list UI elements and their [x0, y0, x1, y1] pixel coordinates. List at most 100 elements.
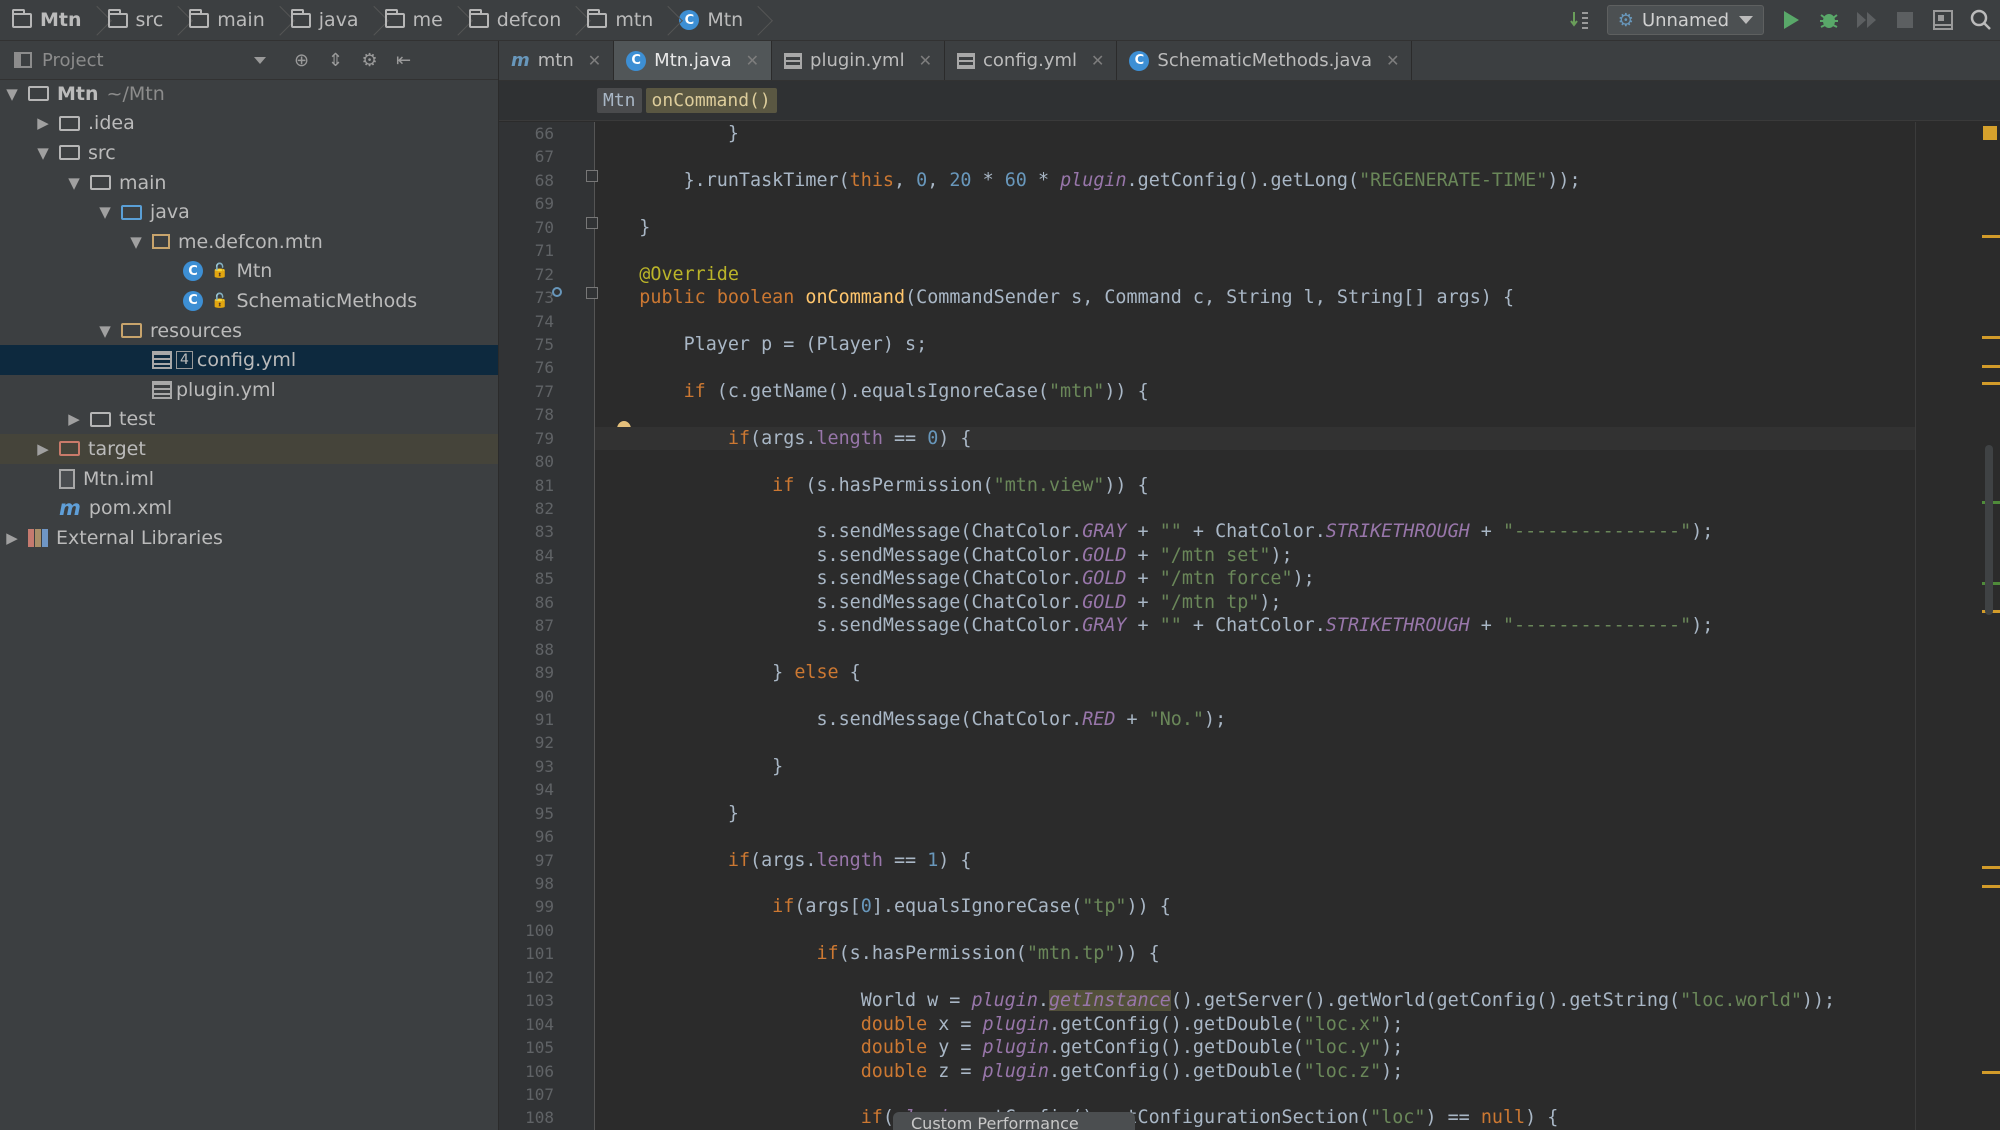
editor-tab[interactable]: plugin.yml ✕	[772, 41, 946, 80]
code-line[interactable]: if (c.getName().equalsIgnoreCase("mtn"))…	[595, 380, 1915, 403]
breadcrumb-item[interactable]: main	[189, 0, 290, 40]
collapse-arrow-icon[interactable]: ▶	[64, 410, 84, 428]
code-line[interactable]: s.sendMessage(ChatColor.GOLD + "/mtn tp"…	[595, 591, 1915, 614]
code-line[interactable]	[595, 825, 1915, 848]
tree-item[interactable]: 4 config.yml	[0, 345, 498, 375]
tree-item[interactable]: ▼ me.defcon.mtn	[0, 227, 498, 257]
collapse-arrow-icon[interactable]: ▶	[2, 529, 22, 547]
hide-panel-icon[interactable]: ⇤	[390, 46, 418, 74]
code-line[interactable]	[595, 966, 1915, 989]
code-line[interactable]	[595, 872, 1915, 895]
warning-marker[interactable]	[1982, 885, 2000, 888]
warning-marker[interactable]	[1982, 1071, 2000, 1074]
tree-item[interactable]: Mtn.iml	[0, 464, 498, 494]
tree-item[interactable]: ▼ resources	[0, 316, 498, 346]
tree-item[interactable]: C 🔓 SchematicMethods	[0, 286, 498, 316]
code-line[interactable]: s.sendMessage(ChatColor.RED + "No.");	[595, 708, 1915, 731]
breadcrumb-item[interactable]: defcon	[468, 0, 588, 40]
locate-icon[interactable]: ⊕	[288, 46, 316, 74]
code-line[interactable]	[595, 1083, 1915, 1106]
code-line[interactable]: } else {	[595, 661, 1915, 684]
warning-marker[interactable]	[1982, 866, 2000, 869]
close-icon[interactable]: ✕	[1091, 51, 1104, 70]
code-line[interactable]: }	[595, 122, 1915, 145]
tree-item[interactable]: plugin.yml	[0, 375, 498, 405]
project-view-label[interactable]: Project	[42, 50, 104, 71]
collapse-arrow-icon[interactable]: ▶	[33, 114, 53, 132]
warning-marker[interactable]	[1982, 235, 2000, 238]
code-line[interactable]: if(args.length == 1) {	[595, 849, 1915, 872]
breadcrumb-class[interactable]: Mtn	[597, 88, 642, 113]
breadcrumb-item[interactable]: src	[107, 0, 190, 40]
code-line[interactable]	[595, 356, 1915, 379]
code-line[interactable]: if(args[0].equalsIgnoreCase("tp")) {	[595, 895, 1915, 918]
code-line[interactable]: double x = plugin.getConfig().getDouble(…	[595, 1013, 1915, 1036]
code-line[interactable]: @Override	[595, 263, 1915, 286]
search-icon[interactable]	[1967, 6, 1995, 34]
breadcrumb-item[interactable]: Mtn	[12, 0, 108, 40]
code-line[interactable]	[595, 919, 1915, 942]
code-line[interactable]	[595, 192, 1915, 215]
code-line[interactable]	[595, 497, 1915, 520]
collapse-arrow-icon[interactable]: ▶	[33, 440, 53, 458]
code-line[interactable]	[595, 638, 1915, 661]
tree-item[interactable]: ▶ test	[0, 405, 498, 435]
error-stripe[interactable]	[1980, 122, 2000, 1130]
project-structure-icon[interactable]	[1929, 6, 1957, 34]
code-line[interactable]	[595, 145, 1915, 168]
expand-arrow-icon[interactable]: ▼	[33, 144, 53, 162]
warning-marker[interactable]	[1982, 382, 2000, 385]
expand-arrow-icon[interactable]: ▼	[95, 203, 115, 221]
coverage-button[interactable]	[1853, 6, 1881, 34]
editor-tab[interactable]: m mtn ✕	[499, 41, 615, 80]
code-line[interactable]: s.sendMessage(ChatColor.GRAY + "" + Chat…	[595, 614, 1915, 637]
warning-marker[interactable]	[1982, 365, 2000, 368]
breadcrumb-item[interactable]: C Mtn	[679, 0, 769, 40]
breadcrumb-method[interactable]: onCommand()	[645, 88, 777, 113]
editor-tab[interactable]: C Mtn.java ✕	[614, 41, 773, 80]
code-line[interactable]: }	[595, 755, 1915, 778]
breadcrumb-item[interactable]: java	[290, 0, 385, 40]
tree-item[interactable]: C 🔓 Mtn	[0, 257, 498, 287]
tree-item[interactable]: ▼ src	[0, 138, 498, 168]
run-configuration-select[interactable]: ⚙ Unnamed	[1606, 5, 1764, 35]
code-line[interactable]	[595, 450, 1915, 473]
tree-item[interactable]: ▼ java	[0, 197, 498, 227]
tree-item[interactable]: ▶ .idea	[0, 109, 498, 139]
tree-item[interactable]: ▼ main	[0, 168, 498, 198]
vcs-update-icon[interactable]	[1566, 6, 1594, 34]
tree-item[interactable]: m pom.xml	[0, 493, 498, 523]
expand-arrow-icon[interactable]: ▼	[2, 85, 22, 103]
code-line[interactable]: }	[595, 216, 1915, 239]
breadcrumb-item[interactable]: me	[384, 0, 469, 40]
code-line[interactable]: s.sendMessage(ChatColor.GOLD + "/mtn set…	[595, 544, 1915, 567]
gear-icon[interactable]: ⚙	[356, 46, 384, 74]
expand-arrow-icon[interactable]: ▼	[95, 322, 115, 340]
run-button[interactable]	[1777, 6, 1805, 34]
analysis-status-icon[interactable]	[1983, 126, 1997, 140]
code-line[interactable]: if (s.hasPermission("mtn.view")) {	[595, 474, 1915, 497]
tree-item[interactable]: ▶ target	[0, 434, 498, 464]
code-line[interactable]	[595, 403, 1915, 426]
tree-item[interactable]: ▶ External Libraries	[0, 523, 498, 553]
expand-arrow-icon[interactable]: ▼	[64, 174, 84, 192]
editor-tab[interactable]: config.yml ✕	[945, 41, 1118, 80]
code-line[interactable]: s.sendMessage(ChatColor.GRAY + "" + Chat…	[595, 520, 1915, 543]
code-line[interactable]: double z = plugin.getConfig().getDouble(…	[595, 1060, 1915, 1083]
code-line[interactable]: if(args.length == 0) {	[595, 426, 1915, 451]
close-icon[interactable]: ✕	[1386, 51, 1399, 70]
tree-item[interactable]: ▼ Mtn ~/Mtn	[0, 79, 498, 109]
code-line[interactable]: }.runTaskTimer(this, 0, 20 * 60 * plugin…	[595, 169, 1915, 192]
code-line[interactable]: if(s.hasPermission("mtn.tp")) {	[595, 942, 1915, 965]
code-line[interactable]: Player p = (Player) s;	[595, 333, 1915, 356]
editor-tab[interactable]: C SchematicMethods.java ✕	[1117, 41, 1413, 80]
code-line[interactable]: double y = plugin.getConfig().getDouble(…	[595, 1036, 1915, 1059]
code-line[interactable]: if(plugin.getConfig().getConfigurationSe…	[595, 1106, 1915, 1129]
code-line[interactable]	[595, 778, 1915, 801]
expand-arrow-icon[interactable]: ▼	[126, 233, 146, 251]
code-line[interactable]	[595, 731, 1915, 754]
close-icon[interactable]: ✕	[919, 51, 932, 70]
debug-button[interactable]	[1815, 6, 1843, 34]
warning-marker[interactable]	[1982, 336, 2000, 339]
override-marker-icon[interactable]	[552, 287, 562, 297]
